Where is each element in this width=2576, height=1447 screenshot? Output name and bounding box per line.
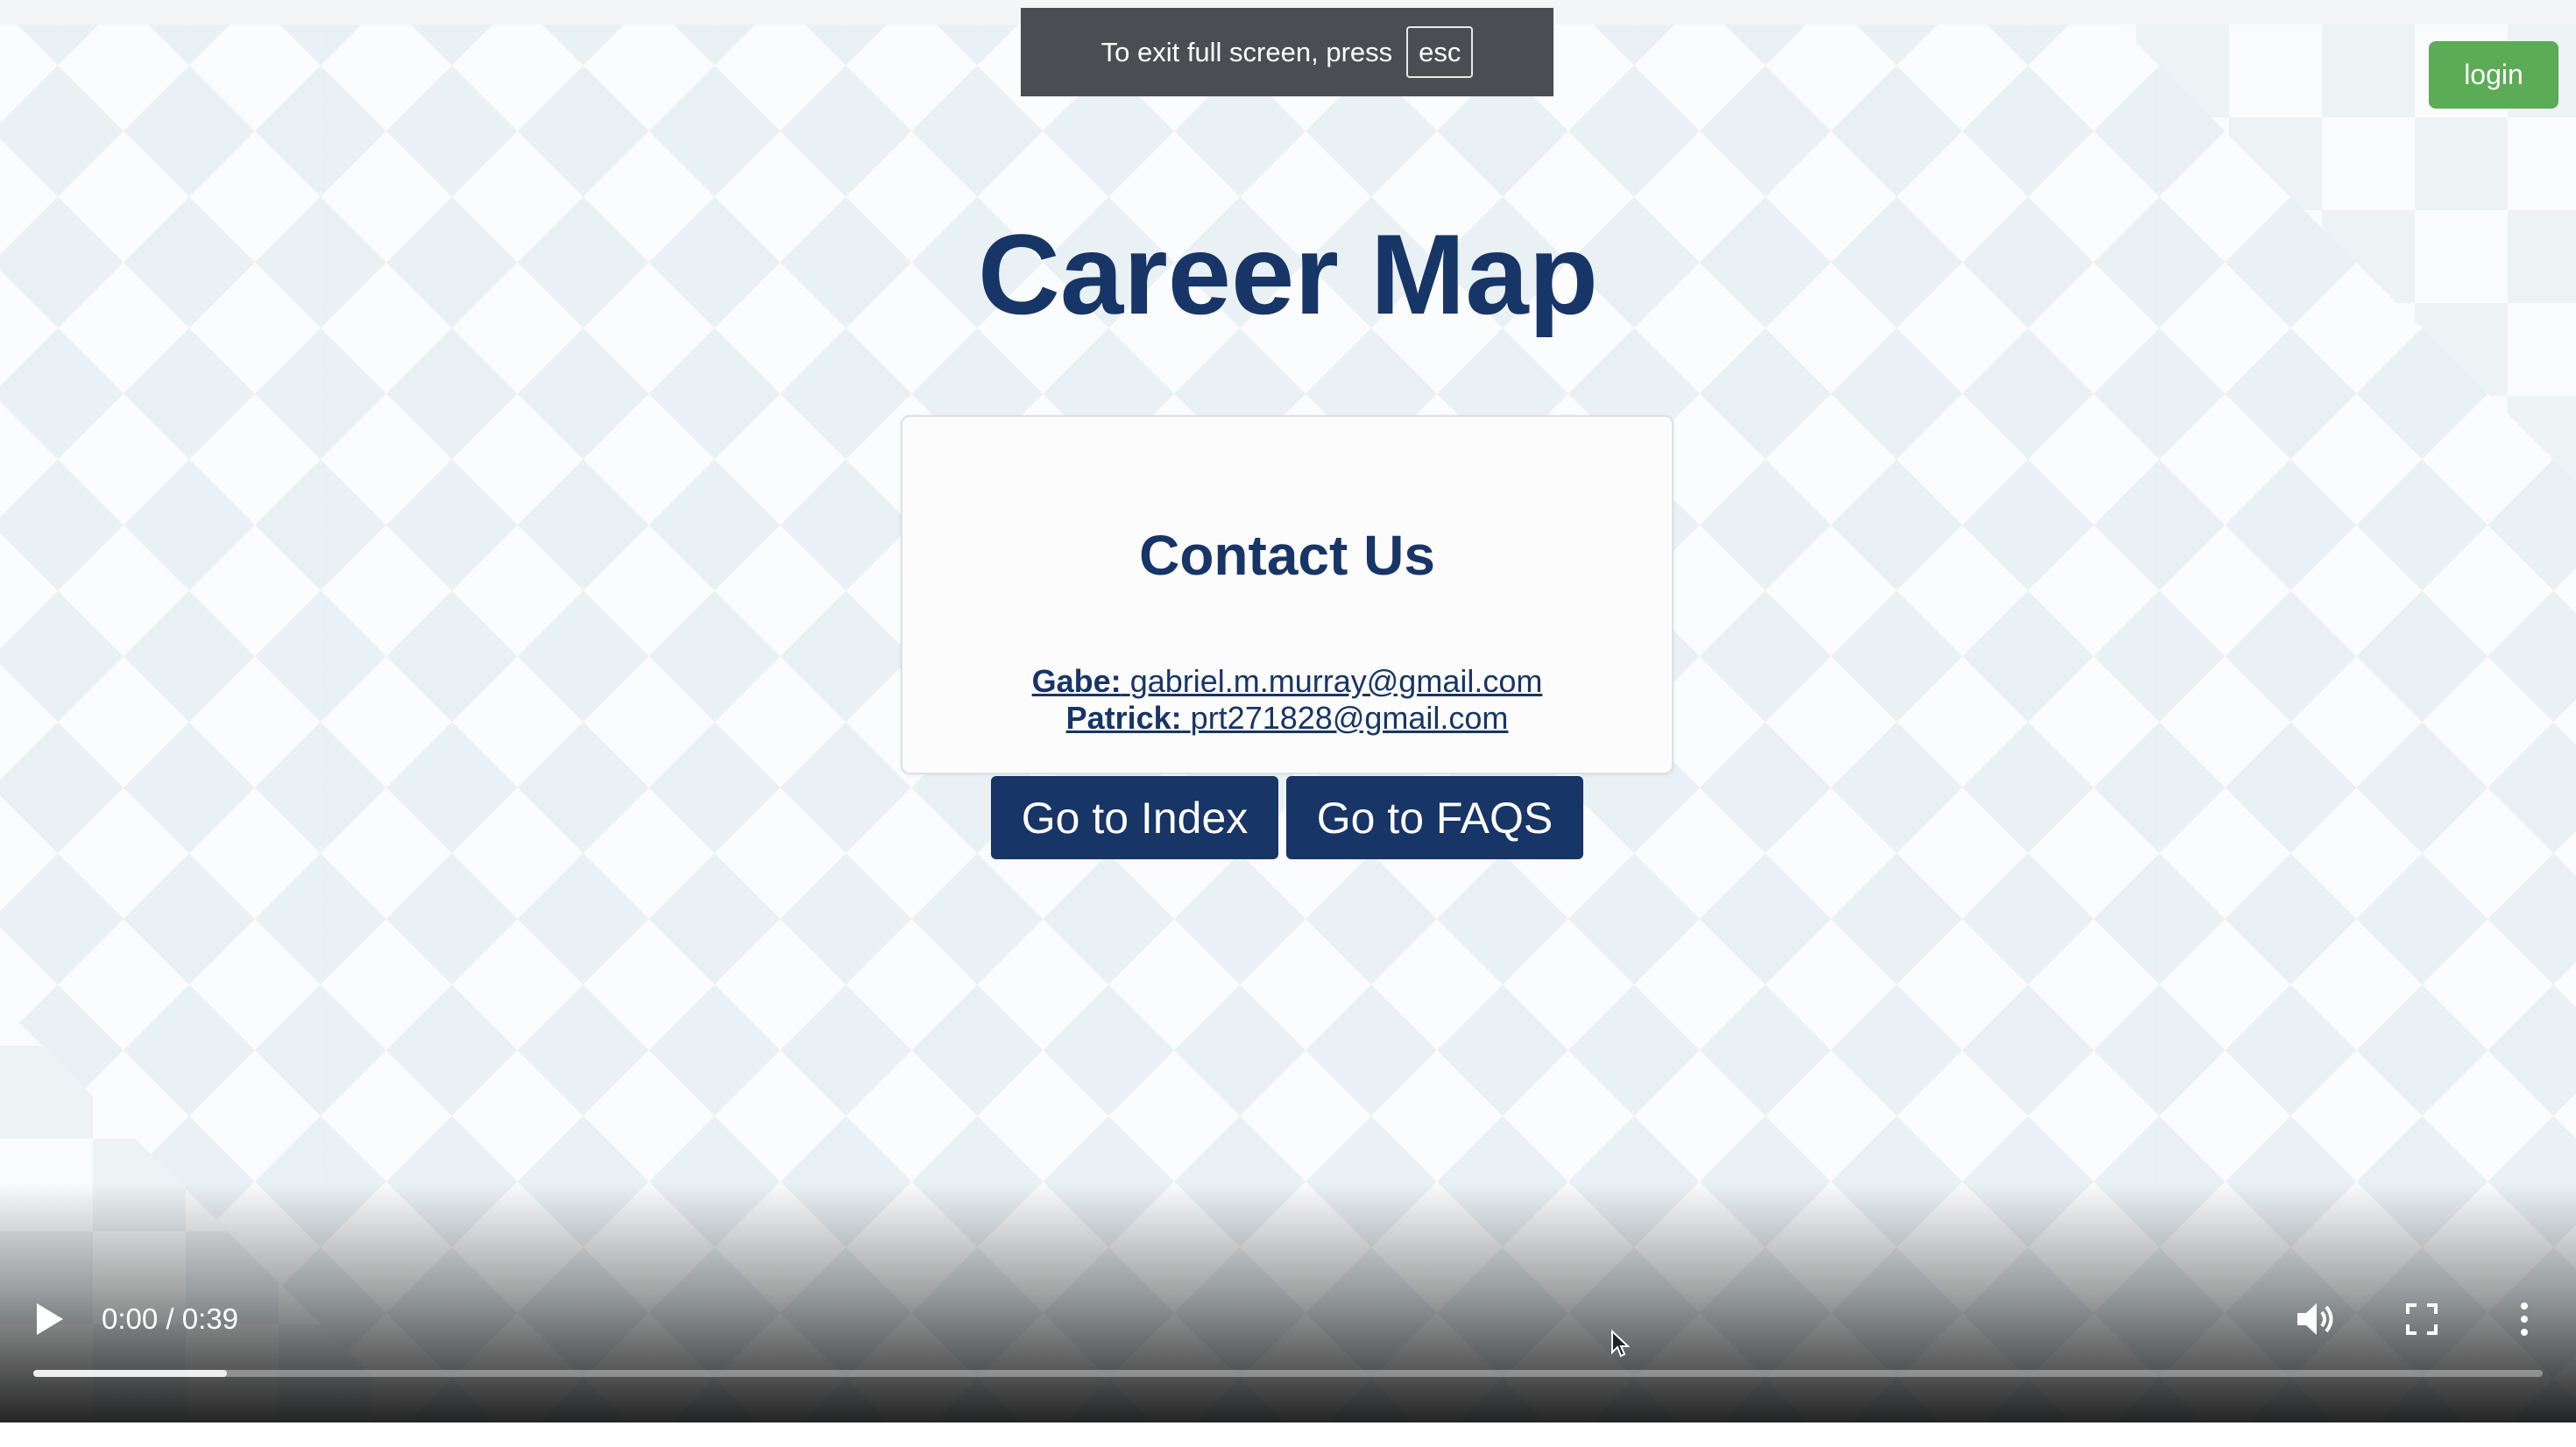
- login-button[interactable]: login: [2429, 41, 2558, 109]
- fullscreen-notice-text: To exit full screen, press: [1100, 36, 1393, 67]
- fullscreen-button[interactable]: [2406, 1303, 2438, 1335]
- fullscreen-exit-notice: To exit full screen, press esc: [1021, 8, 1553, 96]
- contact-name-patrick: Patrick:: [1065, 700, 1182, 736]
- play-button[interactable]: [33, 1302, 65, 1337]
- bottom-band: [0, 1422, 2576, 1447]
- video-controls-overlay: [0, 1182, 2576, 1422]
- contact-link-patrick[interactable]: Patrick: prt271828@gmail.com: [902, 699, 1672, 738]
- go-to-faqs-button[interactable]: Go to FAQS: [1286, 776, 1583, 859]
- mouse-cursor-icon: [1610, 1329, 1631, 1359]
- more-options-icon: [2521, 1302, 2528, 1336]
- page-title: Career Map: [977, 210, 1599, 338]
- contact-name-gabe: Gabe:: [1031, 663, 1122, 699]
- play-icon: [37, 1303, 63, 1335]
- fullscreen-icon: [2406, 1303, 2438, 1335]
- go-to-index-button[interactable]: Go to Index: [991, 776, 1278, 859]
- more-options-button[interactable]: [2515, 1300, 2534, 1338]
- contact-email-gabe[interactable]: gabriel.m.murray@gmail.com: [1130, 663, 1543, 699]
- video-progress-bar[interactable]: [33, 1370, 2543, 1377]
- volume-button[interactable]: [2296, 1300, 2338, 1338]
- esc-key-hint: esc: [1406, 26, 1474, 78]
- screen: Career Map Contact Us Gabe: gabriel.m.mu…: [0, 0, 2576, 1447]
- contact-link-gabe[interactable]: Gabe: gabriel.m.murray@gmail.com: [902, 662, 1672, 701]
- volume-icon: [2297, 1303, 2333, 1335]
- contact-heading: Contact Us: [1139, 524, 1435, 587]
- contact-card: Contact Us Gabe: gabriel.m.murray@gmail.…: [901, 415, 1674, 774]
- contact-email-patrick[interactable]: prt271828@gmail.com: [1191, 700, 1509, 736]
- video-time-display: 0:00 / 0:39: [102, 1302, 238, 1335]
- video-buffered-fill: [33, 1370, 227, 1377]
